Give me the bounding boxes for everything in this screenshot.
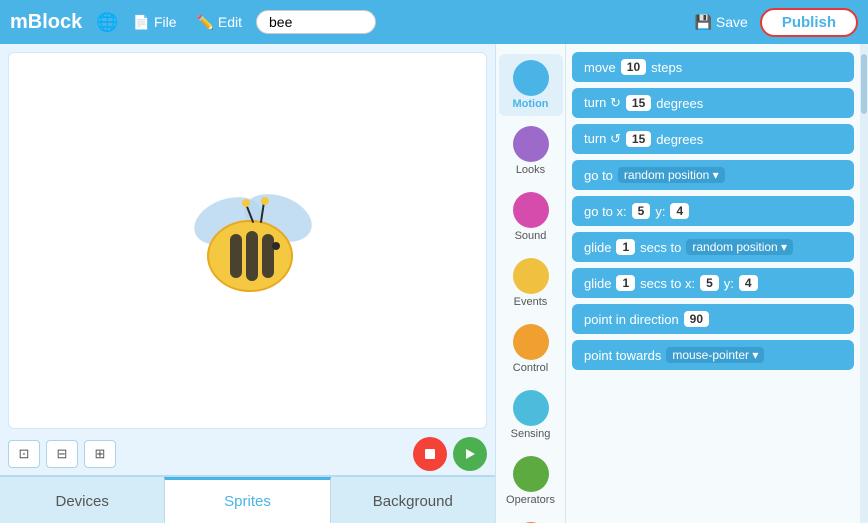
- block-goto-y[interactable]: 4: [670, 203, 689, 219]
- operators-circle: [513, 456, 549, 492]
- block-glide-to-text: secs to: [640, 240, 681, 255]
- scrollbar[interactable]: [860, 44, 868, 523]
- fullscreen-icon[interactable]: ⊟: [46, 440, 78, 468]
- header: mBlock 🌐 📄 File ✏️ Edit 💾 Save Publish: [0, 0, 868, 44]
- block-goto-random[interactable]: go to random position ▾: [572, 160, 854, 190]
- cat-motion[interactable]: Motion: [499, 54, 563, 116]
- bee-sprite: [168, 176, 328, 306]
- block-goto-xy-text: go to x:: [584, 204, 627, 219]
- block-move-value[interactable]: 10: [621, 59, 646, 75]
- save-button[interactable]: 💾 Save: [695, 14, 748, 31]
- block-goto-text: go to: [584, 168, 613, 183]
- bottom-tabs: Devices Sprites Background: [0, 475, 495, 523]
- globe-icon[interactable]: 🌐: [96, 12, 118, 33]
- cat-sensing-label: Sensing: [511, 428, 551, 440]
- expand-icon[interactable]: ⊡: [8, 440, 40, 468]
- cat-sensing[interactable]: Sensing: [499, 384, 563, 446]
- block-glide-secs[interactable]: 1: [616, 239, 635, 255]
- canvas-area: [8, 52, 487, 429]
- block-glide-x[interactable]: 5: [700, 275, 719, 291]
- cat-events-label: Events: [514, 296, 548, 308]
- block-glide-y[interactable]: 4: [739, 275, 758, 291]
- category-panel: Motion Looks Sound Events Control Sensin…: [496, 44, 566, 523]
- layout-icon[interactable]: ⊞: [84, 440, 116, 468]
- block-move[interactable]: move 10 steps: [572, 52, 854, 82]
- tab-sprites[interactable]: Sprites: [164, 477, 330, 523]
- block-glide-y-label: y:: [724, 276, 734, 291]
- cat-control[interactable]: Control: [499, 318, 563, 380]
- sound-circle: [513, 192, 549, 228]
- project-name-input[interactable]: [256, 10, 376, 34]
- stop-button[interactable]: [413, 437, 447, 471]
- cat-events[interactable]: Events: [499, 252, 563, 314]
- block-goto-dropdown[interactable]: random position ▾: [618, 167, 725, 183]
- block-turn-ccw-value[interactable]: 15: [626, 131, 651, 147]
- control-circle: [513, 324, 549, 360]
- scrollbar-thumb: [861, 54, 867, 114]
- block-turn-cw-text: turn ↻: [584, 95, 621, 111]
- blocks-panel: move 10 steps turn ↻ 15 degrees turn ↺ 1…: [566, 44, 860, 523]
- main-layout: ⊡ ⊟ ⊞ Devices Sprites Background Motion …: [0, 44, 868, 523]
- block-goto-y-label: y:: [655, 204, 665, 219]
- block-point-towards-dropdown[interactable]: mouse-pointer ▾: [666, 347, 764, 363]
- block-turn-ccw-text: turn ↺: [584, 131, 621, 147]
- cat-looks-label: Looks: [516, 164, 545, 176]
- cat-motion-label: Motion: [512, 98, 548, 110]
- block-goto-x[interactable]: 5: [632, 203, 651, 219]
- block-point-dir-value[interactable]: 90: [684, 311, 709, 327]
- block-point-towards-text: point towards: [584, 348, 661, 363]
- tab-devices[interactable]: Devices: [0, 477, 164, 523]
- block-point-dir[interactable]: point in direction 90: [572, 304, 854, 334]
- events-circle: [513, 258, 549, 294]
- block-glide-xy-text: glide: [584, 276, 611, 291]
- block-turn-cw[interactable]: turn ↻ 15 degrees: [572, 88, 854, 118]
- sensing-circle: [513, 390, 549, 426]
- cat-operators-label: Operators: [506, 494, 555, 506]
- edit-menu[interactable]: ✏️ Edit: [191, 10, 248, 35]
- cat-more[interactable]: More: [499, 516, 563, 523]
- file-menu[interactable]: 📄 File: [127, 10, 183, 35]
- go-button[interactable]: [453, 437, 487, 471]
- block-glide-dropdown[interactable]: random position ▾: [686, 239, 793, 255]
- left-panel: ⊡ ⊟ ⊞ Devices Sprites Background: [0, 44, 496, 523]
- motion-circle: [513, 60, 549, 96]
- blocks-area: move 10 steps turn ↻ 15 degrees turn ↺ 1…: [566, 44, 868, 523]
- block-turn-cw-value[interactable]: 15: [626, 95, 651, 111]
- block-glide-random[interactable]: glide 1 secs to random position ▾: [572, 232, 854, 262]
- cat-operators[interactable]: Operators: [499, 450, 563, 512]
- logo: mBlock: [10, 11, 82, 34]
- block-glide-xy-to: secs to x:: [640, 276, 695, 291]
- stop-icon: [423, 447, 437, 461]
- block-glide-xy-secs[interactable]: 1: [616, 275, 635, 291]
- block-move-steps: steps: [651, 60, 682, 75]
- publish-button[interactable]: Publish: [760, 8, 858, 37]
- block-turn-cw-deg: degrees: [656, 96, 703, 111]
- cat-sound-label: Sound: [515, 230, 547, 242]
- block-glide-xy[interactable]: glide 1 secs to x: 5 y: 4: [572, 268, 854, 298]
- block-turn-ccw-deg: degrees: [656, 132, 703, 147]
- cat-control-label: Control: [513, 362, 548, 374]
- tab-background[interactable]: Background: [331, 477, 495, 523]
- block-turn-ccw[interactable]: turn ↺ 15 degrees: [572, 124, 854, 154]
- play-icon: [463, 447, 477, 461]
- cat-looks[interactable]: Looks: [499, 120, 563, 182]
- looks-circle: [513, 126, 549, 162]
- canvas-controls: ⊡ ⊟ ⊞: [0, 433, 495, 475]
- block-point-towards[interactable]: point towards mouse-pointer ▾: [572, 340, 854, 370]
- block-goto-xy[interactable]: go to x: 5 y: 4: [572, 196, 854, 226]
- block-point-dir-text: point in direction: [584, 312, 679, 327]
- block-move-text: move: [584, 60, 616, 75]
- block-glide-text: glide: [584, 240, 611, 255]
- cat-sound[interactable]: Sound: [499, 186, 563, 248]
